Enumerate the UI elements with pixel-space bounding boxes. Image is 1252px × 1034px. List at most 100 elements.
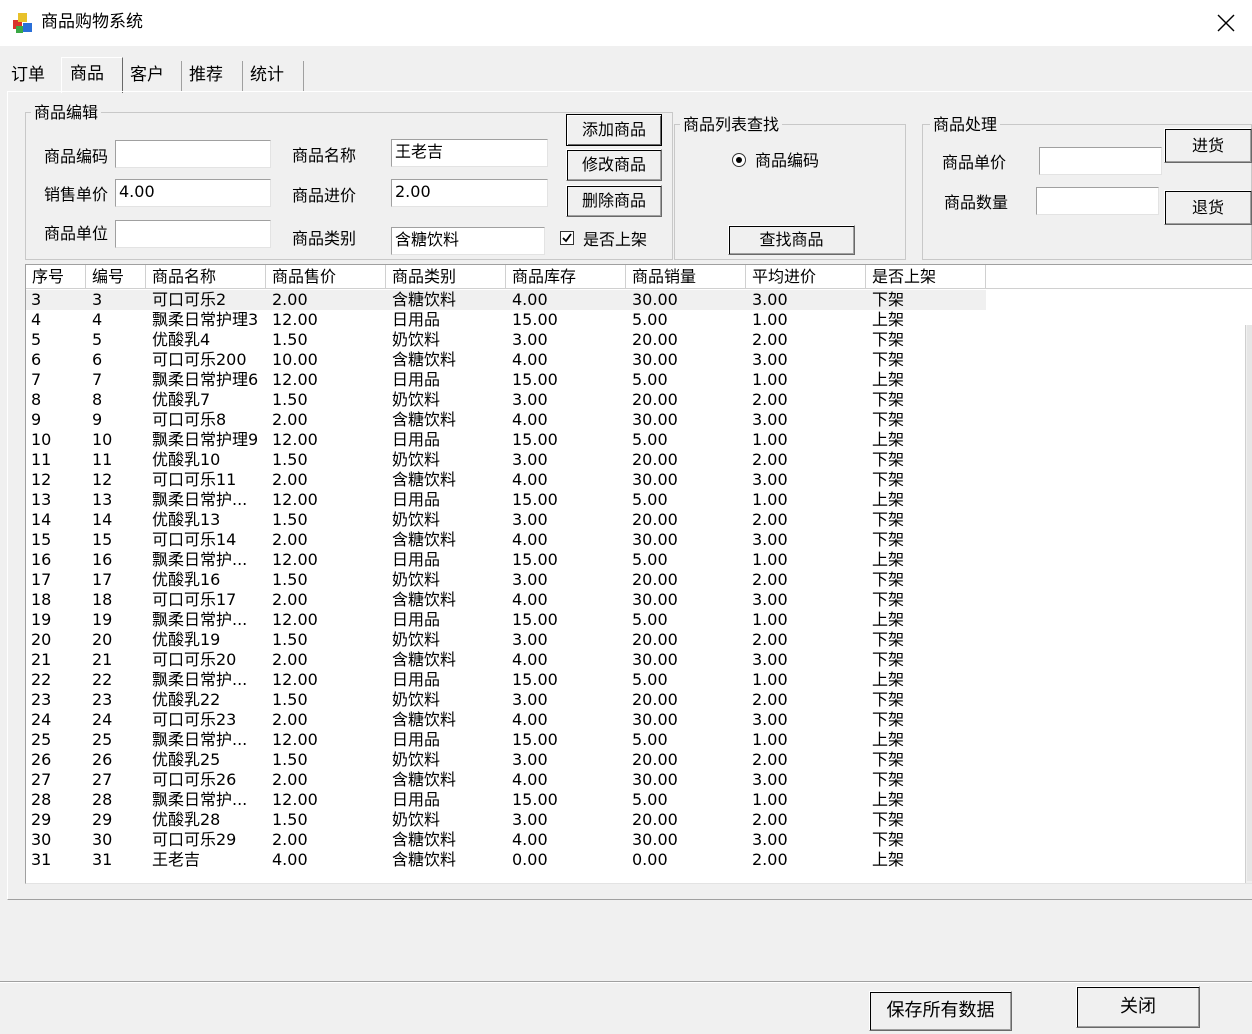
close-button[interactable]: 关闭 xyxy=(1076,986,1200,1028)
tab-goods[interactable]: 商品 xyxy=(61,57,123,93)
table-row[interactable]: 16 16 飘柔日常护... 12.00 日用品 15.00 5.00 1.00 上架 xyxy=(26,550,986,570)
table-row[interactable]: 23 23 优酸乳22 1.50 奶饮料 3.00 20.00 2.00 下架 xyxy=(26,690,986,710)
cost-price-input[interactable]: 2.00 xyxy=(391,179,548,207)
tab-customers[interactable]: 客户 xyxy=(124,61,182,91)
table-row[interactable]: 17 17 优酸乳16 1.50 奶饮料 3.00 20.00 2.00 下架 xyxy=(26,570,986,590)
table-row[interactable]: 15 15 可口可乐14 2.00 含糖饮料 4.00 30.00 3.00 下架 xyxy=(26,530,986,550)
table-row[interactable]: 11 11 优酸乳10 1.50 奶饮料 3.00 20.00 2.00 下架 xyxy=(26,450,986,470)
table-cell: 下架 xyxy=(872,810,905,829)
table-cell: 30 xyxy=(92,830,113,849)
table-cell: 13 xyxy=(31,490,52,509)
column-header[interactable]: 商品类别 xyxy=(386,265,506,289)
table-cell: 29 xyxy=(92,810,113,829)
table-cell: 1.50 xyxy=(272,630,308,649)
column-header[interactable]: 商品销量 xyxy=(626,265,746,289)
goods-name-input[interactable]: 王老吉 xyxy=(391,139,548,167)
goods-code-input[interactable] xyxy=(115,140,271,168)
table-row[interactable]: 29 29 优酸乳28 1.50 奶饮料 3.00 20.00 2.00 下架 xyxy=(26,810,986,830)
table-row[interactable]: 24 24 可口可乐23 2.00 含糖饮料 4.00 30.00 3.00 下架 xyxy=(26,710,986,730)
table-cell: 1.00 xyxy=(752,610,788,629)
table-row[interactable]: 19 19 飘柔日常护... 12.00 日用品 15.00 5.00 1.00 上架 xyxy=(26,610,986,630)
table-cell: 4.00 xyxy=(512,350,548,369)
modify-goods-button[interactable]: 修改商品 xyxy=(566,149,662,181)
table-row[interactable]: 3 3 可口可乐2 2.00 含糖饮料 4.00 30.00 3.00 下架 xyxy=(26,290,986,310)
table-cell: 日用品 xyxy=(392,790,441,809)
table-cell: 含糖饮料 xyxy=(392,470,457,489)
table-row[interactable]: 9 9 可口可乐8 2.00 含糖饮料 4.00 30.00 3.00 下架 xyxy=(26,410,986,430)
listed-checkbox[interactable] xyxy=(560,231,574,245)
table-cell: 1.00 xyxy=(752,670,788,689)
goods-edit-group-title: 商品编辑 xyxy=(31,104,102,122)
table-row[interactable]: 30 30 可口可乐29 2.00 含糖饮料 4.00 30.00 3.00 下架 xyxy=(26,830,986,850)
return-goods-button[interactable]: 退货 xyxy=(1164,190,1252,225)
table-cell: 20.00 xyxy=(632,630,678,649)
tab-recommend[interactable]: 推荐 xyxy=(183,61,243,91)
column-header[interactable]: 是否上架 xyxy=(866,265,986,289)
table-cell: 4.00 xyxy=(512,770,548,789)
table-cell: 9 xyxy=(92,410,103,429)
stock-in-button[interactable]: 进货 xyxy=(1164,128,1252,163)
column-header[interactable]: 编号 xyxy=(86,265,146,289)
table-cell: 上架 xyxy=(872,430,905,449)
column-header[interactable]: 平均进价 xyxy=(746,265,866,289)
save-all-data-button[interactable]: 保存所有数据 xyxy=(869,991,1012,1031)
column-header[interactable]: 商品售价 xyxy=(266,265,386,289)
find-goods-button[interactable]: 查找商品 xyxy=(728,225,855,255)
sale-price-input[interactable]: 4.00 xyxy=(115,179,271,207)
table-cell: 下架 xyxy=(872,530,905,549)
table-cell: 下架 xyxy=(872,410,905,429)
table-cell: 奶饮料 xyxy=(392,450,441,469)
window-title: 商品购物系统 xyxy=(41,12,143,32)
column-header[interactable]: 商品名称 xyxy=(146,265,266,289)
table-cell: 15.00 xyxy=(512,790,558,809)
table-cell: 飘柔日常护... xyxy=(152,550,248,569)
table-cell: 1.00 xyxy=(752,790,788,809)
table-row[interactable]: 31 31 王老吉 4.00 含糖饮料 0.00 0.00 2.00 上架 xyxy=(26,850,986,870)
table-cell: 30.00 xyxy=(632,350,678,369)
table-cell: 30.00 xyxy=(632,650,678,669)
table-row[interactable]: 5 5 优酸乳4 1.50 奶饮料 3.00 20.00 2.00 下架 xyxy=(26,330,986,350)
table-row[interactable]: 8 8 优酸乳7 1.50 奶饮料 3.00 20.00 2.00 下架 xyxy=(26,390,986,410)
table-cell: 4.00 xyxy=(512,410,548,429)
table-cell: 4.00 xyxy=(512,590,548,609)
column-header[interactable]: 商品库存 xyxy=(506,265,626,289)
tab-statistics[interactable]: 统计 xyxy=(244,61,304,91)
table-row[interactable]: 26 26 优酸乳25 1.50 奶饮料 3.00 20.00 2.00 下架 xyxy=(26,750,986,770)
table-row[interactable]: 22 22 飘柔日常护... 12.00 日用品 15.00 5.00 1.00 上架 xyxy=(26,670,986,690)
table-row[interactable]: 21 21 可口可乐20 2.00 含糖饮料 4.00 30.00 3.00 下架 xyxy=(26,650,986,670)
table-cell: 11 xyxy=(31,450,52,469)
table-row[interactable]: 13 13 飘柔日常护... 12.00 日用品 15.00 5.00 1.00 上架 xyxy=(26,490,986,510)
goods-list-table[interactable]: 序号 编号 商品名称 商品售价 商品类别 商品库存 商品销量 平均进价 是否上架 3 3 可口可乐2… xyxy=(25,264,1252,884)
table-cell: 4.00 xyxy=(512,650,548,669)
table-cell: 优酸乳16 xyxy=(152,570,221,589)
table-cell: 优酸乳10 xyxy=(152,450,221,469)
unit-input[interactable] xyxy=(115,220,271,248)
table-cell: 3.00 xyxy=(752,350,788,369)
close-window-button[interactable] xyxy=(1206,6,1246,40)
unit-price-input[interactable] xyxy=(1039,147,1162,175)
table-cell: 优酸乳19 xyxy=(152,630,221,649)
scrollbar-thumb[interactable] xyxy=(1247,325,1252,881)
table-row[interactable]: 27 27 可口可乐26 2.00 含糖饮料 4.00 30.00 3.00 下架 xyxy=(26,770,986,790)
quantity-input[interactable] xyxy=(1036,187,1159,215)
table-row[interactable]: 4 4 飘柔日常护理3 12.00 日用品 15.00 5.00 1.00 上架 xyxy=(26,310,986,330)
table-cell: 下架 xyxy=(872,510,905,529)
table-cell: 12 xyxy=(31,470,52,489)
table-row[interactable]: 6 6 可口可乐200 10.00 含糖饮料 4.00 30.00 3.00 下架 xyxy=(26,350,986,370)
add-goods-button[interactable]: 添加商品 xyxy=(566,114,662,146)
table-row[interactable]: 10 10 飘柔日常护理9 12.00 日用品 15.00 5.00 1.00 上架 xyxy=(26,430,986,450)
radio-goods-code[interactable] xyxy=(732,153,746,167)
table-row[interactable]: 12 12 可口可乐11 2.00 含糖饮料 4.00 30.00 3.00 下架 xyxy=(26,470,986,490)
table-row[interactable]: 20 20 优酸乳19 1.50 奶饮料 3.00 20.00 2.00 下架 xyxy=(26,630,986,650)
delete-goods-button[interactable]: 删除商品 xyxy=(566,185,662,217)
tab-orders[interactable]: 订单 xyxy=(5,61,51,91)
column-header[interactable]: 序号 xyxy=(26,265,86,289)
table-row[interactable]: 18 18 可口可乐17 2.00 含糖饮料 4.00 30.00 3.00 下架 xyxy=(26,590,986,610)
table-row[interactable]: 7 7 飘柔日常护理6 12.00 日用品 15.00 5.00 1.00 上架 xyxy=(26,370,986,390)
table-cell: 30.00 xyxy=(632,290,678,309)
vertical-scrollbar[interactable] xyxy=(1245,325,1252,883)
table-row[interactable]: 25 25 飘柔日常护... 12.00 日用品 15.00 5.00 1.00 上架 xyxy=(26,730,986,750)
category-input[interactable]: 含糖饮料 xyxy=(391,227,545,255)
table-row[interactable]: 28 28 飘柔日常护... 12.00 日用品 15.00 5.00 1.00 上架 xyxy=(26,790,986,810)
table-row[interactable]: 14 14 优酸乳13 1.50 奶饮料 3.00 20.00 2.00 下架 xyxy=(26,510,986,530)
